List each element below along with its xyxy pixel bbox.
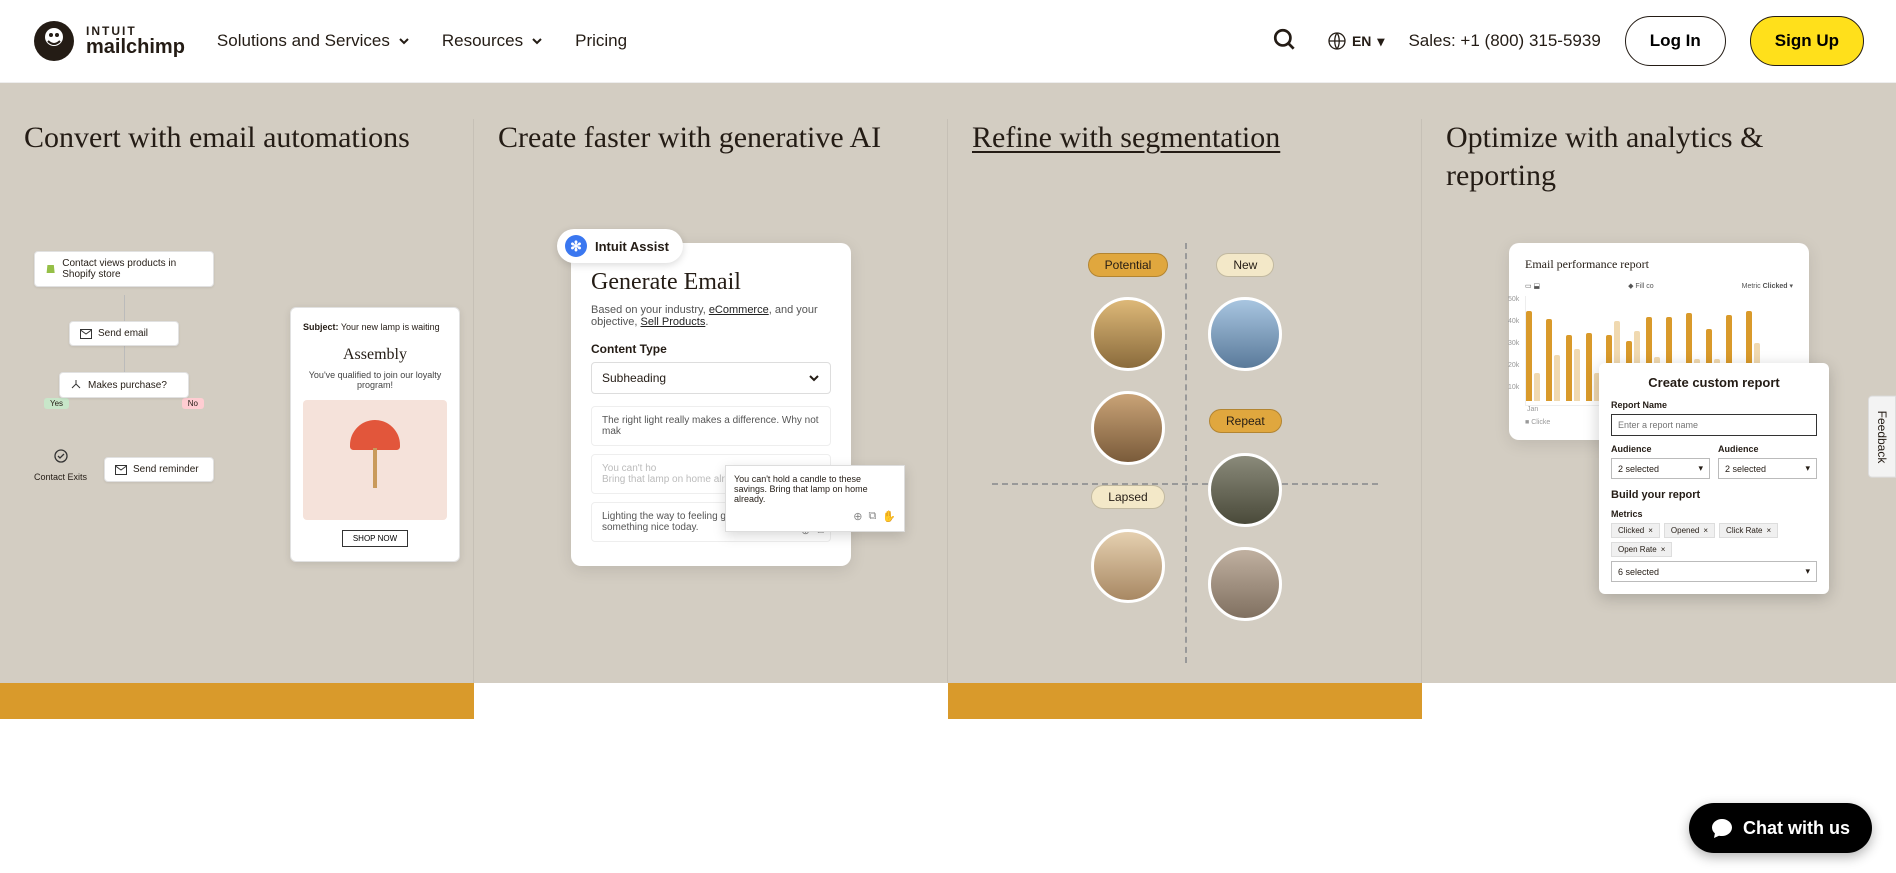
language-selector[interactable]: EN ▾ xyxy=(1328,32,1384,50)
feature-title-automations: Convert with email automations xyxy=(24,119,450,199)
avatar xyxy=(1091,529,1165,603)
metric-chip: Opened× xyxy=(1664,523,1715,538)
bottom-accent-bar xyxy=(0,683,1896,719)
add-icon: ⊕ xyxy=(853,510,862,523)
flow-node-decision: Makes purchase? xyxy=(59,372,189,398)
feature-title-analytics: Optimize with analytics & reporting xyxy=(1446,119,1872,199)
content-type-label: Content Type xyxy=(591,342,831,356)
report-name-input xyxy=(1611,414,1817,436)
flow-node-trigger: Contact views products in Shopify store xyxy=(34,251,214,287)
feature-card-automations[interactable]: Convert with email automations Contact v… xyxy=(0,119,474,683)
audience-select-a: 2 selected▾ xyxy=(1611,458,1710,479)
site-header: INTUIT mailchimp Solutions and Services … xyxy=(0,0,1896,83)
suggestion-1: The right light really makes a differenc… xyxy=(591,406,831,446)
custom-report-modal: Create custom report Report Name Audienc… xyxy=(1599,363,1829,594)
build-report-label: Build your report xyxy=(1611,489,1817,501)
nav-pricing[interactable]: Pricing xyxy=(575,31,627,51)
copy-icon: ⧉ xyxy=(868,510,876,523)
email-icon xyxy=(80,329,92,339)
exit-icon xyxy=(54,449,68,463)
nav-resources-label: Resources xyxy=(442,31,523,51)
feature-title-segmentation: Refine with segmentation xyxy=(972,119,1398,199)
avatar xyxy=(1208,547,1282,621)
product-message: You've qualified to join our loyalty pro… xyxy=(303,370,447,390)
flow-node-send-reminder: Send reminder xyxy=(104,457,214,482)
report-toolbar: ▭ ⬓ ◆ Fill co Metric Clicked ▾ xyxy=(1525,282,1793,290)
avatar xyxy=(1091,297,1165,371)
chevron-down-icon xyxy=(398,35,410,47)
nav-solutions[interactable]: Solutions and Services xyxy=(217,31,410,51)
report-panel: Email performance report ▭ ⬓ ◆ Fill co M… xyxy=(1509,243,1809,440)
automation-illustration: Contact views products in Shopify store … xyxy=(24,243,450,643)
avatar xyxy=(1091,391,1165,465)
chat-widget[interactable]: Chat with us xyxy=(1689,803,1872,853)
custom-report-heading: Create custom report xyxy=(1611,375,1817,390)
metrics-label: Metrics xyxy=(1611,509,1817,519)
nav-solutions-label: Solutions and Services xyxy=(217,31,390,51)
features-row: Convert with email automations Contact v… xyxy=(0,83,1896,683)
main-nav: Solutions and Services Resources Pricing xyxy=(217,31,627,51)
audience-label: Audience xyxy=(1611,444,1710,454)
feature-card-analytics[interactable]: Optimize with analytics & reporting Emai… xyxy=(1422,119,1896,683)
segmentation-illustration: Potential Lapsed New Repeat xyxy=(972,243,1398,663)
feature-card-segmentation[interactable]: Refine with segmentation Potential Lapse… xyxy=(948,119,1422,683)
feature-title-ai: Create faster with generative AI xyxy=(498,119,924,199)
login-button[interactable]: Log In xyxy=(1625,16,1726,66)
product-image xyxy=(303,400,447,520)
shopify-icon xyxy=(45,262,56,276)
audience-label: Audience xyxy=(1718,444,1817,454)
report-name-label: Report Name xyxy=(1611,400,1817,410)
logo[interactable]: INTUIT mailchimp xyxy=(32,19,185,63)
nav-pricing-label: Pricing xyxy=(575,31,627,51)
avatar xyxy=(1208,453,1282,527)
segment-repeat: Repeat xyxy=(1209,409,1282,433)
assist-heading: Generate Email xyxy=(591,269,831,296)
content-type-select: Subheading xyxy=(591,362,831,394)
assist-tooltip: You can't hold a candle to these savings… xyxy=(725,465,905,532)
flow-branch-yes: Yes xyxy=(44,398,69,409)
segment-new: New xyxy=(1216,253,1274,277)
sales-phone[interactable]: Sales: +1 (800) 315-5939 xyxy=(1408,31,1600,51)
product-email-preview: Subject: Your new lamp is waiting Assemb… xyxy=(290,307,460,562)
feature-card-ai[interactable]: Create faster with generative AI ✻ Intui… xyxy=(474,119,948,683)
flow-exit-label: Contact Exits xyxy=(34,468,87,486)
chevron-down-icon xyxy=(808,372,820,384)
email-icon xyxy=(115,465,127,475)
logo-text: INTUIT mailchimp xyxy=(86,25,185,57)
intuit-assist-panel: ✻ Intuit Assist Generate Email Based on … xyxy=(571,243,851,566)
caret-down-icon: ▾ xyxy=(1377,33,1384,50)
audience-select-b: 2 selected▾ xyxy=(1718,458,1817,479)
avatar xyxy=(1208,297,1282,371)
assist-subtext: Based on your industry, eCommerce, and y… xyxy=(591,304,831,328)
report-title: Email performance report xyxy=(1525,257,1793,272)
nav-resources[interactable]: Resources xyxy=(442,31,543,51)
chat-icon xyxy=(1711,817,1733,839)
segment-lapsed: Lapsed xyxy=(1091,485,1164,509)
metrics-select: 6 selected▾ xyxy=(1611,561,1817,582)
shop-now-button: SHOP NOW xyxy=(342,530,408,547)
grab-icon: ✋ xyxy=(882,510,896,523)
signup-button[interactable]: Sign Up xyxy=(1750,16,1864,66)
mailchimp-logo-icon xyxy=(32,19,76,63)
globe-icon xyxy=(1328,32,1346,50)
sparkle-icon: ✻ xyxy=(565,235,587,257)
flow-node-send-email: Send email xyxy=(69,321,179,346)
search-button[interactable] xyxy=(1266,21,1304,62)
branch-icon xyxy=(70,379,82,391)
language-label: EN xyxy=(1352,33,1371,49)
metric-chip: Open Rate× xyxy=(1611,542,1672,557)
feedback-tab[interactable]: Feedback xyxy=(1868,395,1896,478)
metric-chip: Click Rate× xyxy=(1719,523,1778,538)
segment-potential: Potential xyxy=(1088,253,1169,277)
product-title: Assembly xyxy=(303,346,447,364)
search-icon xyxy=(1272,27,1298,53)
assist-badge: ✻ Intuit Assist xyxy=(557,229,683,263)
chevron-down-icon xyxy=(531,35,543,47)
flow-branch-no: No xyxy=(182,398,204,409)
metric-chip: Clicked× xyxy=(1611,523,1660,538)
